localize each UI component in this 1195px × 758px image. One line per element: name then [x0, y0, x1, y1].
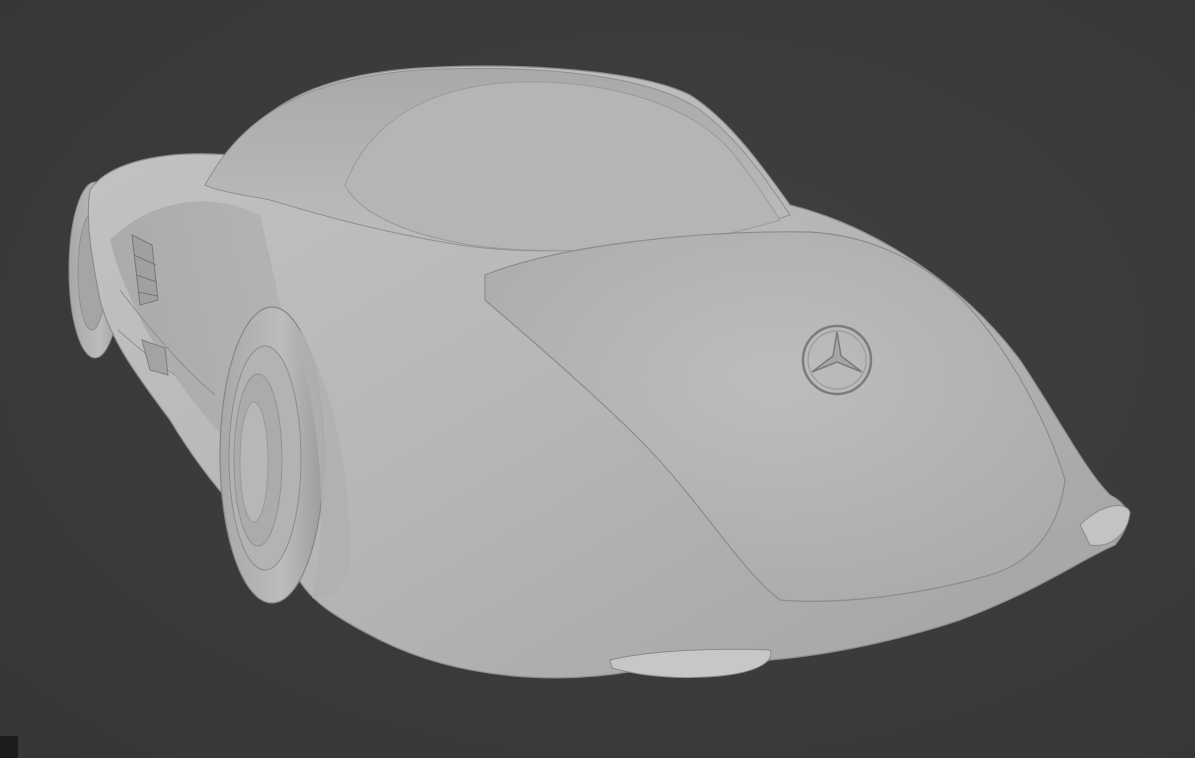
viewport-corner-widget[interactable]	[0, 736, 18, 758]
3d-viewport[interactable]	[0, 0, 1195, 758]
viewport-scene	[68, 65, 1131, 679]
